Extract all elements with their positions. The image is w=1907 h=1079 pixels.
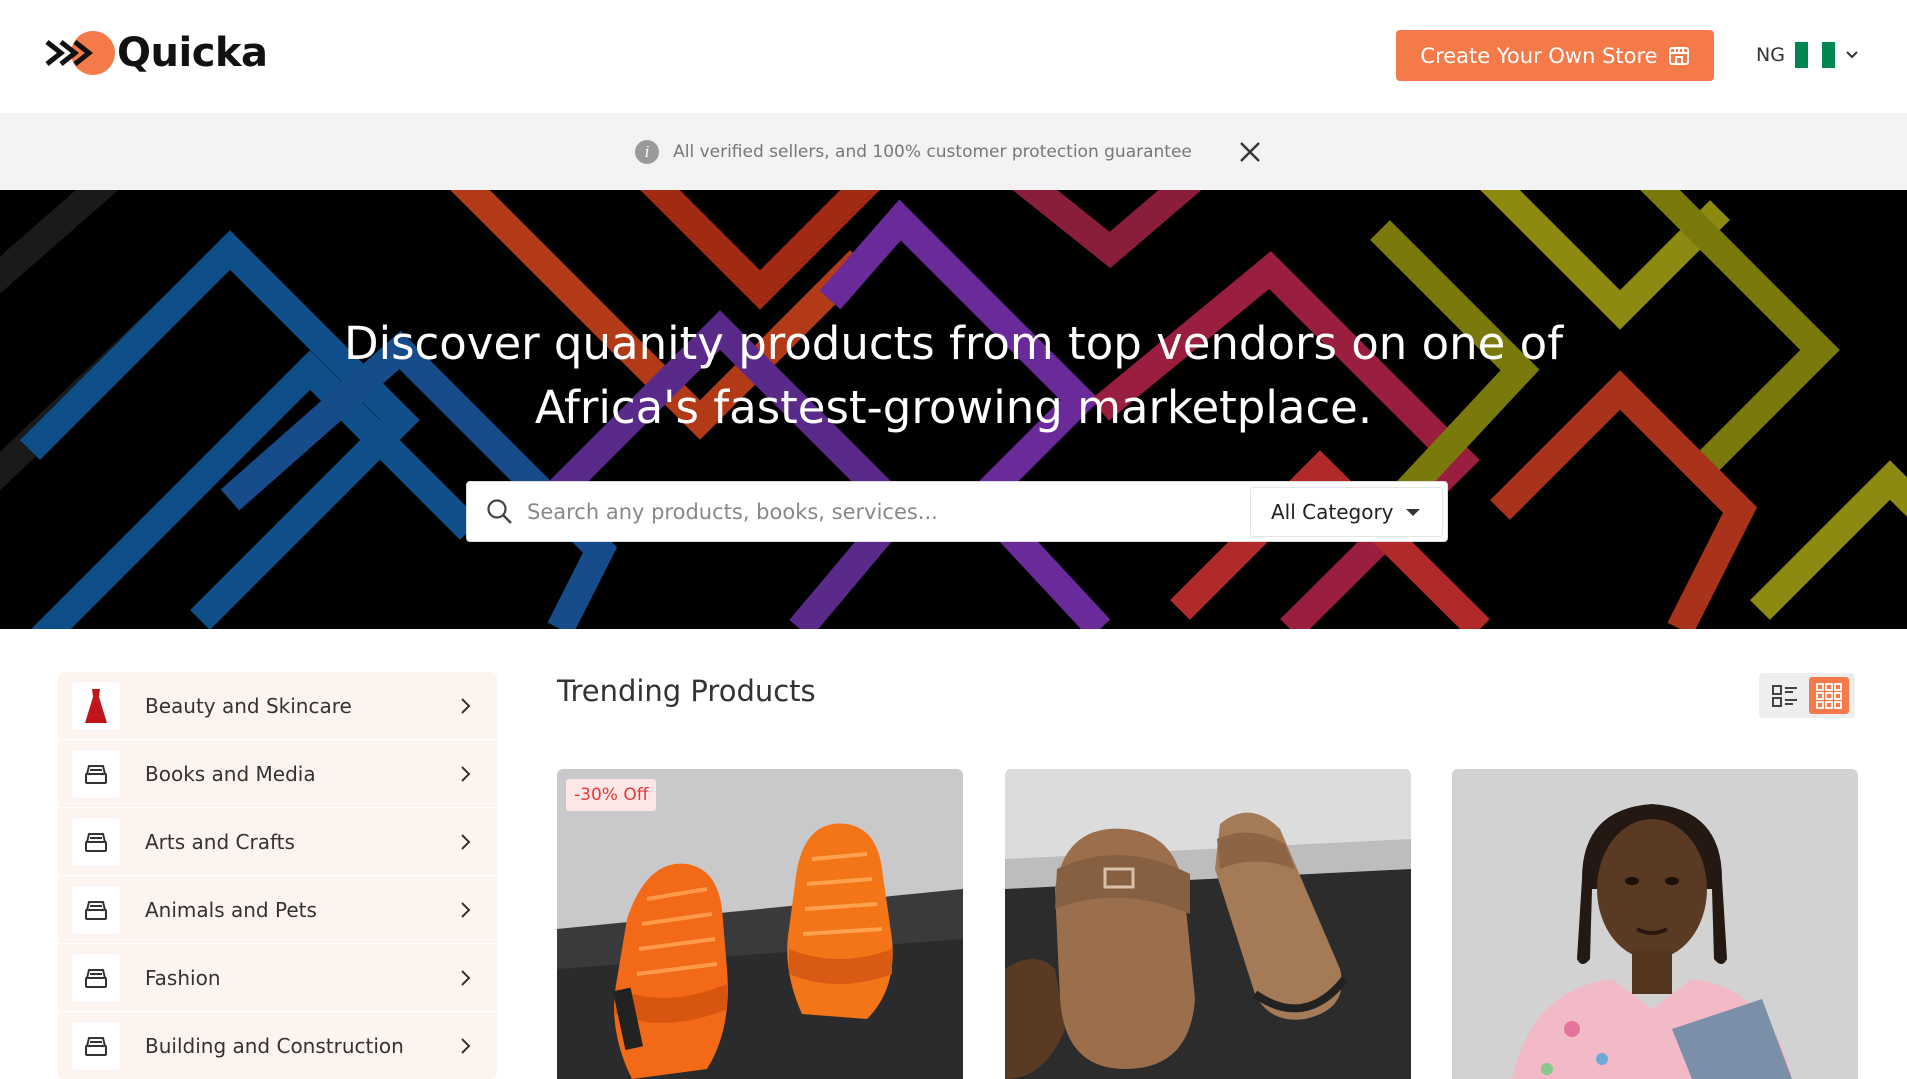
category-sidebar: Beauty and Skincare Books and Media Arts… — [58, 672, 497, 1079]
sidebar-item-label: Arts and Crafts — [145, 829, 295, 854]
sidebar-item-building-and-construction[interactable]: Building and Construction — [58, 1012, 497, 1079]
logo[interactable]: Quicka — [45, 28, 268, 78]
category-select[interactable]: All Category — [1250, 487, 1443, 537]
locale-selector[interactable]: NG — [1756, 42, 1859, 68]
caret-down-icon — [1406, 509, 1420, 516]
chevron-right-icon — [461, 834, 471, 850]
logo-mark-icon — [45, 31, 115, 75]
category-icon — [72, 885, 120, 934]
chevron-right-icon — [461, 1038, 471, 1054]
product-card[interactable]: -30% Off — [557, 769, 963, 1079]
category-icon — [72, 1021, 120, 1070]
hero-banner: Discover quanity products from top vendo… — [0, 190, 1907, 629]
search-input[interactable] — [527, 499, 1227, 524]
search-bar: All Category — [466, 481, 1448, 542]
category-icon — [72, 817, 120, 866]
info-icon: i — [635, 139, 660, 164]
hero-title-line1: Discover quanity products from top vendo… — [343, 317, 1564, 370]
sidebar-item-label: Animals and Pets — [145, 897, 317, 922]
sidebar-item-label: Books and Media — [145, 761, 316, 786]
chevron-right-icon — [461, 970, 471, 986]
nigeria-flag-icon — [1794, 42, 1835, 68]
product-image — [1452, 769, 1858, 1079]
chevron-right-icon — [461, 698, 471, 714]
list-view-icon — [1772, 684, 1797, 707]
view-toggle — [1759, 673, 1855, 718]
category-select-value: All Category — [1271, 500, 1394, 524]
chevron-right-icon — [461, 902, 471, 918]
product-image — [1005, 769, 1411, 1079]
hero-title: Discover quanity products from top vendo… — [0, 312, 1907, 440]
sidebar-item-animals-and-pets[interactable]: Animals and Pets — [58, 876, 497, 944]
notice-text: All verified sellers, and 100% customer … — [673, 141, 1192, 162]
section-title: Trending Products — [557, 674, 816, 708]
product-card[interactable] — [1005, 769, 1411, 1079]
grid-view-icon — [1816, 682, 1842, 709]
sidebar-item-arts-and-crafts[interactable]: Arts and Crafts — [58, 808, 497, 876]
sidebar-item-books-and-media[interactable]: Books and Media — [58, 740, 497, 808]
sidebar-item-beauty-and-skincare[interactable]: Beauty and Skincare — [58, 672, 497, 740]
sidebar-item-fashion[interactable]: Fashion — [58, 944, 497, 1012]
logo-text: Quicka — [117, 30, 268, 76]
site-header: Quicka Create Your Own Store NG — [0, 0, 1907, 113]
sidebar-item-label: Building and Construction — [145, 1033, 404, 1058]
grid-view-button[interactable] — [1809, 677, 1849, 714]
sidebar-item-label: Fashion — [145, 965, 221, 990]
product-card[interactable] — [1452, 769, 1858, 1079]
hero-title-line2: Africa's fastest-growing marketplace. — [534, 381, 1373, 434]
chevron-down-icon — [1846, 51, 1858, 59]
notice-bar: i All verified sellers, and 100% custome… — [0, 113, 1907, 190]
chevron-right-icon — [461, 766, 471, 782]
category-icon — [72, 953, 120, 1002]
dress-icon — [72, 681, 120, 730]
discount-badge: -30% Off — [566, 779, 657, 811]
close-icon[interactable] — [1235, 137, 1265, 167]
category-icon — [72, 749, 120, 798]
product-image — [557, 769, 963, 1079]
store-icon — [1668, 46, 1689, 65]
create-store-label: Create Your Own Store — [1420, 43, 1658, 68]
search-icon — [487, 498, 512, 524]
locale-code: NG — [1756, 44, 1785, 66]
list-view-button[interactable] — [1765, 677, 1805, 714]
create-store-button[interactable]: Create Your Own Store — [1396, 30, 1714, 81]
sidebar-item-label: Beauty and Skincare — [145, 693, 352, 718]
